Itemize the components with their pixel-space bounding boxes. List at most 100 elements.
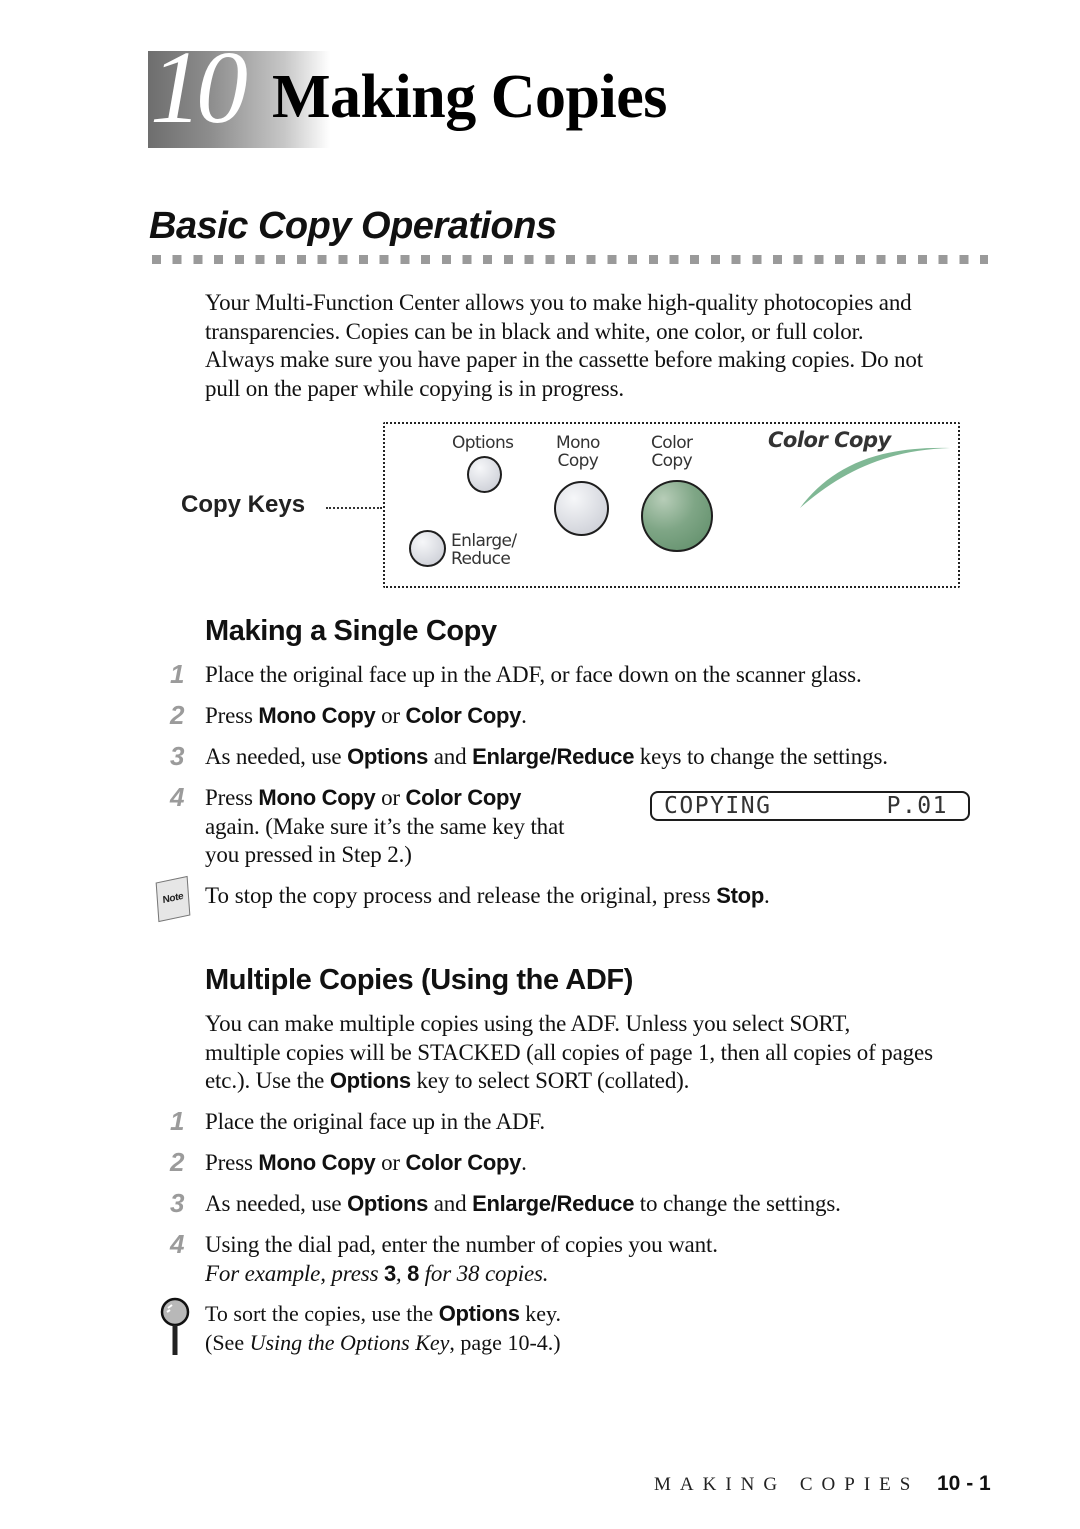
mono-copy-key-label: Mono Copy	[556, 434, 600, 470]
magnifier-tip-icon	[160, 1297, 190, 1355]
mono-copy-key-ref: Mono Copy	[258, 785, 376, 810]
color-copy-key-ref: Color Copy	[405, 785, 522, 810]
enlarge-reduce-key-ref: Enlarge/Reduce	[472, 1191, 635, 1216]
step-text: As needed, use	[205, 1191, 348, 1216]
tip-line: To sort the copies, use the Options key.	[205, 1300, 561, 1329]
options-key-ref: Options	[438, 1301, 520, 1326]
mono-copy-key-ref: Mono Copy	[258, 703, 376, 728]
step-number: 3	[170, 1188, 185, 1218]
options-key[interactable]	[467, 456, 502, 493]
tip-text: key.	[519, 1301, 562, 1326]
multi-step-2: Press Mono Copy or Color Copy.	[205, 1149, 527, 1178]
mono-label-line1: Mono	[556, 433, 600, 453]
note-text: To stop the copy process and release the…	[205, 883, 717, 908]
step-line: Using the dial pad, enter the number of …	[205, 1232, 718, 1257]
color-copy-brand-logo: Color Copy	[768, 428, 891, 452]
step-text: or	[375, 703, 406, 728]
footer-page-number: 10 - 1	[937, 1472, 991, 1495]
options-key-ref: Options	[347, 744, 429, 769]
sort-tip: To sort the copies, use the Options key.…	[205, 1300, 561, 1357]
single-copy-heading: Making a Single Copy	[205, 615, 497, 647]
lcd-display: COPYING P.01	[650, 791, 970, 821]
step-text: Press	[205, 703, 259, 728]
step-text: and	[428, 1191, 473, 1216]
step-text: to change the settings.	[634, 1191, 841, 1216]
step-number: 4	[170, 1229, 185, 1259]
step-number: 2	[170, 700, 185, 730]
intro-line: multiple copies will be STACKED (all cop…	[205, 1039, 933, 1065]
enlarge-label-line1: Enlarge/	[451, 531, 517, 551]
step-number: 4	[170, 782, 185, 812]
options-key-ref: Options	[347, 1191, 429, 1216]
section-divider	[152, 255, 988, 264]
step-text: .	[521, 1150, 527, 1175]
stop-key-ref: Stop	[716, 883, 764, 908]
step-text: keys to change the settings.	[634, 744, 888, 769]
single-step-1: Place the original face up in the ADF, o…	[205, 662, 862, 687]
color-copy-key[interactable]	[641, 480, 713, 552]
color-copy-key-label: Color Copy	[651, 433, 693, 471]
intro-line: Your Multi-Function Center allows you to…	[205, 290, 912, 315]
intro-line: pull on the paper while copying is in pr…	[205, 376, 625, 402]
cross-reference-link[interactable]: Using the Options Key	[250, 1330, 450, 1355]
chapter-number: 10	[150, 30, 248, 145]
enlarge-reduce-key[interactable]	[409, 530, 446, 567]
intro-line: You can make multiple copies using the A…	[205, 1011, 851, 1036]
step-example: For example, press 3, 8 for 38 copies.	[205, 1260, 718, 1289]
multiple-copies-intro: You can make multiple copies using the A…	[205, 1010, 1005, 1096]
step-text: or	[375, 1150, 406, 1175]
step-number: 1	[170, 1106, 185, 1136]
color-label-line2: Copy	[651, 451, 693, 471]
options-label-text: Options	[452, 433, 514, 453]
intro-line: transparencies. Copies can be in black a…	[205, 318, 864, 344]
chapter-title: Making Copies	[272, 63, 667, 131]
lcd-page-text: P.01	[886, 793, 948, 819]
intro-text: key to select SORT (collated).	[410, 1068, 690, 1094]
copy-keys-callout: Copy Keys	[181, 491, 306, 518]
options-key-ref: Options	[329, 1068, 411, 1094]
step-text: or	[375, 785, 406, 810]
enlarge-reduce-key-ref: Enlarge/Reduce	[472, 744, 635, 769]
tip-text: , page 10-4.)	[449, 1329, 561, 1355]
step-number: 2	[170, 1147, 185, 1177]
single-step-3: As needed, use Options and Enlarge/Reduc…	[205, 743, 888, 772]
single-step-2: Press Mono Copy or Color Copy.	[205, 702, 527, 731]
enlarge-reduce-key-label: Enlarge/ Reduce	[451, 532, 517, 568]
step-line: again. (Make sure it’s the same key that	[205, 813, 565, 839]
example-text: for 38 copies.	[419, 1260, 549, 1286]
tip-text: To sort the copies, use the	[205, 1301, 439, 1326]
note-icon: Note	[155, 875, 191, 923]
step-text: As needed, use	[205, 744, 348, 769]
step-text: Press	[205, 785, 259, 810]
footer-chapter-label: MAKING COPIES	[654, 1474, 920, 1495]
intro-text: etc.). Use the	[205, 1068, 330, 1094]
step-text: Press	[205, 1150, 259, 1175]
stop-note: To stop the copy process and release the…	[205, 882, 770, 911]
step-line: Press Mono Copy or Color Copy	[205, 784, 625, 813]
single-step-4: Press Mono Copy or Color Copy again. (Ma…	[205, 784, 625, 870]
dial-key-ref: 3	[383, 1260, 396, 1286]
lcd-status-text: COPYING	[664, 793, 772, 819]
note-text: .	[763, 883, 770, 908]
mono-label-line2: Copy	[557, 451, 599, 471]
multiple-copies-heading: Multiple Copies (Using the ADF)	[205, 964, 633, 996]
color-copy-key-ref: Color Copy	[405, 1150, 522, 1175]
intro-paragraph: Your Multi-Function Center allows you to…	[205, 289, 1005, 404]
mono-copy-key[interactable]	[554, 481, 609, 536]
section-title: Basic Copy Operations	[149, 205, 557, 247]
step-text: and	[428, 744, 473, 769]
multi-step-3: As needed, use Options and Enlarge/Reduc…	[205, 1190, 841, 1219]
tip-line: (See Using the Options Key, page 10-4.)	[205, 1329, 561, 1358]
callout-leader-line	[326, 507, 382, 509]
enlarge-label-line2: Reduce	[451, 549, 511, 569]
color-copy-key-ref: Color Copy	[405, 703, 522, 728]
step-number: 1	[170, 659, 185, 689]
tip-text: (See	[205, 1329, 250, 1355]
example-text: For example, press	[205, 1260, 384, 1286]
note-icon-label: Note	[162, 890, 184, 907]
step-text: .	[521, 703, 527, 728]
multi-step-1: Place the original face up in the ADF.	[205, 1109, 545, 1134]
color-label-line1: Color	[651, 433, 693, 453]
step-line: you pressed in Step 2.)	[205, 842, 412, 868]
step-number: 3	[170, 741, 185, 771]
